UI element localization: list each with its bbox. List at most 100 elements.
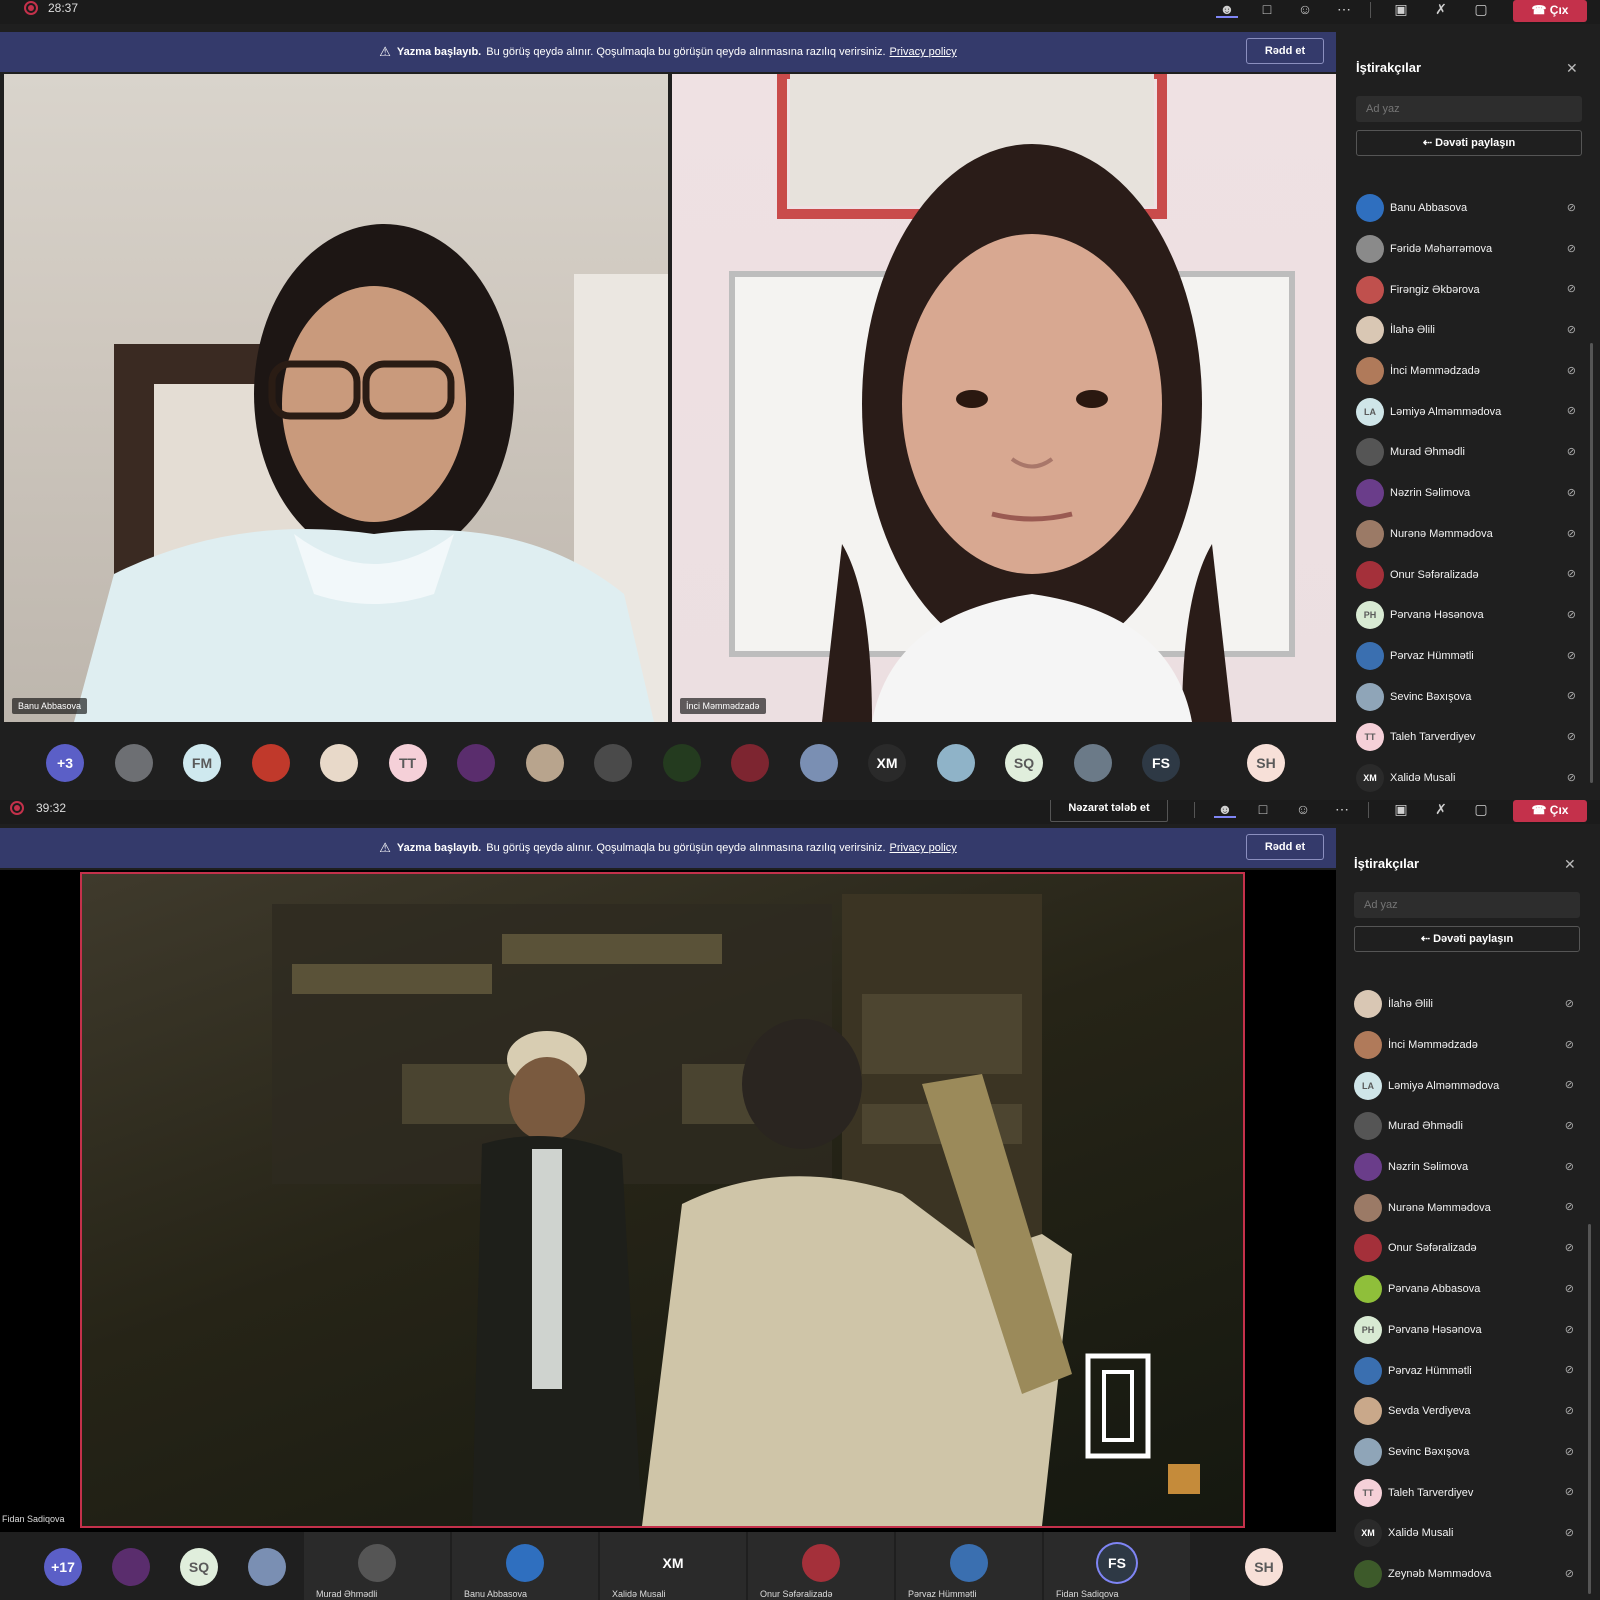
participant-row[interactable]: LA Ləmiyə Alməmmədova ⊘ — [1356, 391, 1586, 432]
participant-row[interactable]: XM Xalidə Musali ⊘ — [1354, 1513, 1584, 1554]
more-actions-icon[interactable]: ⋯ — [1331, 800, 1353, 818]
chat-icon[interactable]: □ — [1252, 800, 1274, 818]
privacy-policy-link[interactable]: Privacy policy — [890, 46, 957, 58]
reactions-icon[interactable]: ☺ — [1294, 0, 1316, 18]
avatar[interactable] — [1073, 744, 1112, 782]
participant-row[interactable]: Pərvaz Hümmətli ⊘ — [1356, 636, 1586, 677]
avatar[interactable]: XM — [654, 1544, 692, 1582]
avatar[interactable] — [320, 744, 358, 782]
mic-muted-icon: ⊘ — [1566, 242, 1576, 255]
avatar[interactable] — [799, 744, 838, 782]
leave-button[interactable]: ☎ Çıx — [1513, 0, 1587, 22]
participant-video-feed — [74, 224, 668, 722]
participant-row[interactable]: Onur Səfəralizadə ⊘ — [1354, 1228, 1584, 1269]
avatar — [1354, 1112, 1382, 1141]
avatar[interactable] — [950, 1544, 988, 1582]
video-tile-inci[interactable]: İnci Məmmədzadə — [672, 74, 1336, 722]
avatar[interactable] — [802, 1544, 840, 1582]
participant-row[interactable]: Pərvaz Hümmətli ⊘ — [1354, 1350, 1584, 1391]
avatar[interactable]: SH — [1245, 1548, 1283, 1586]
avatar[interactable]: TT — [388, 744, 427, 782]
participant-tile[interactable]: Onur Səfəralizadə — [748, 1532, 894, 1600]
participant-tile[interactable]: Pərvaz Hümmətli — [896, 1532, 1042, 1600]
close-icon[interactable]: ✕ — [1566, 60, 1578, 77]
participant-row[interactable]: Pərvanə Abbasova ⊘ — [1354, 1269, 1584, 1310]
participant-tile[interactable]: Murad Əhmədli — [304, 1532, 450, 1600]
avatar[interactable]: +17 — [44, 1548, 82, 1586]
avatar[interactable]: FM — [183, 744, 221, 782]
participant-row[interactable]: İnci Məmmədzadə ⊘ — [1354, 1025, 1584, 1066]
reactions-icon[interactable]: ☺ — [1292, 800, 1314, 818]
privacy-policy-link[interactable]: Privacy policy — [890, 842, 957, 854]
participant-row[interactable]: TT Taleh Tarverdiyev ⊘ — [1354, 1472, 1584, 1513]
participant-tile[interactable]: FS Fidan Sadiqova — [1044, 1532, 1190, 1600]
participant-row[interactable]: Nəzrin Səlimova ⊘ — [1354, 1147, 1584, 1188]
avatar[interactable] — [506, 1544, 544, 1582]
dismiss-button[interactable]: Rədd et — [1246, 38, 1324, 64]
avatar[interactable] — [457, 744, 495, 782]
camera-off-icon[interactable]: ▣ — [1390, 0, 1412, 18]
avatar[interactable] — [662, 744, 701, 782]
avatar[interactable] — [936, 744, 975, 782]
close-icon[interactable]: ✕ — [1564, 856, 1576, 873]
video-tile-banu[interactable]: Banu Abbasova — [4, 74, 668, 722]
participants-icon[interactable]: ☻ — [1216, 0, 1238, 18]
avatar[interactable]: XM — [868, 744, 906, 782]
participant-row[interactable]: Zeynəb Məmmədova ⊘ — [1354, 1554, 1584, 1595]
participant-tile[interactable]: Banu Abbasova — [452, 1532, 598, 1600]
participant-tile[interactable]: XM Xalidə Musali — [600, 1532, 746, 1600]
participant-row[interactable]: PH Pərvanə Həsənova ⊘ — [1354, 1310, 1584, 1351]
scrollbar[interactable] — [1588, 1224, 1591, 1594]
share-invite-button[interactable]: ⇠ Dəvəti paylaşın — [1354, 926, 1580, 952]
participant-row[interactable]: Sevinc Bəxışova ⊘ — [1356, 676, 1586, 717]
avatar[interactable]: FS — [1142, 744, 1180, 782]
share-screen-icon[interactable]: ▢ — [1470, 0, 1492, 18]
more-actions-icon[interactable]: ⋯ — [1333, 0, 1355, 18]
share-screen-icon[interactable]: ▢ — [1470, 800, 1492, 818]
participant-row[interactable]: Sevda Verdiyeva ⊘ — [1354, 1391, 1584, 1432]
avatar[interactable]: FS — [1098, 1544, 1136, 1582]
participant-search-input[interactable] — [1354, 892, 1580, 918]
participant-row[interactable]: Sevinc Bəxışova ⊘ — [1354, 1432, 1584, 1473]
participant-row[interactable]: Fəridə Məhərrəmova ⊘ — [1356, 229, 1586, 270]
mic-off-icon[interactable]: ✗ — [1430, 0, 1452, 18]
participant-row[interactable]: TT Taleh Tarverdiyev ⊘ — [1356, 717, 1586, 758]
avatar[interactable] — [594, 744, 632, 782]
participant-row[interactable]: Banu Abbasova ⊘ — [1356, 188, 1586, 229]
participant-row[interactable]: LA Ləmiyə Alməmmədova ⊘ — [1354, 1065, 1584, 1106]
participants-icon[interactable]: ☻ — [1214, 800, 1236, 818]
participant-row[interactable]: PH Pərvanə Həsənova ⊘ — [1356, 595, 1586, 636]
scrollbar[interactable] — [1590, 343, 1593, 783]
avatar[interactable] — [731, 744, 769, 782]
participant-row[interactable]: Firəngiz Əkbərova ⊘ — [1356, 269, 1586, 310]
avatar[interactable]: SH — [1247, 744, 1285, 782]
leave-button[interactable]: ☎ Çıx — [1513, 800, 1587, 822]
participant-row[interactable]: İlahə Əlili ⊘ — [1356, 310, 1586, 351]
participant-row[interactable]: İnci Məmmədzadə ⊘ — [1356, 351, 1586, 392]
request-control-button[interactable]: Nəzarət tələb et — [1050, 800, 1168, 822]
participant-row[interactable]: Nurənə Məmmədova ⊘ — [1356, 514, 1586, 555]
dismiss-button[interactable]: Rədd et — [1246, 834, 1324, 860]
mic-off-icon[interactable]: ✗ — [1430, 800, 1452, 818]
participant-row[interactable]: Nurənə Məmmədova ⊘ — [1354, 1187, 1584, 1228]
chat-icon[interactable]: □ — [1256, 0, 1278, 18]
avatar[interactable]: SQ — [180, 1548, 218, 1586]
participant-row[interactable]: Onur Səfəralizadə ⊘ — [1356, 554, 1586, 595]
avatar[interactable]: +3 — [46, 744, 84, 782]
avatar[interactable] — [525, 744, 564, 782]
participant-row[interactable]: Nəzrin Səlimova ⊘ — [1356, 473, 1586, 514]
avatar[interactable] — [114, 744, 153, 782]
participant-row[interactable]: Murad Əhmədli ⊘ — [1356, 432, 1586, 473]
participant-search-input[interactable] — [1356, 96, 1582, 122]
participant-row[interactable]: İlahə Əlili ⊘ — [1354, 984, 1584, 1025]
avatar[interactable] — [358, 1544, 396, 1582]
participant-row[interactable]: XM Xalidə Musali ⊘ — [1356, 758, 1586, 799]
avatar[interactable] — [112, 1548, 150, 1586]
avatar[interactable]: SQ — [1005, 744, 1043, 782]
camera-off-icon[interactable]: ▣ — [1390, 800, 1412, 818]
share-invite-button[interactable]: ⇠ Dəvəti paylaşın — [1356, 130, 1582, 156]
shared-screen-video[interactable] — [80, 872, 1245, 1528]
participant-row[interactable]: Murad Əhmədli ⊘ — [1354, 1106, 1584, 1147]
avatar[interactable] — [251, 744, 290, 782]
avatar[interactable] — [248, 1548, 286, 1586]
